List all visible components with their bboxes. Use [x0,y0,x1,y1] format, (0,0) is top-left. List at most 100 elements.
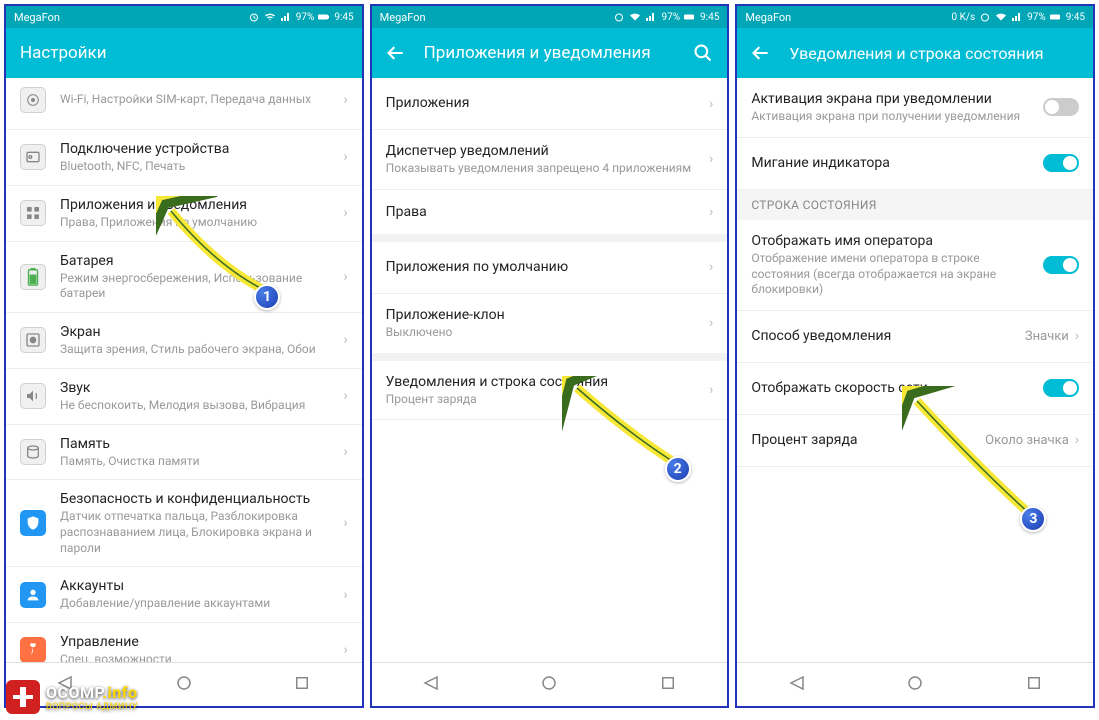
item-title: Диспетчер уведомлений [386,142,703,160]
clock: 9:45 [1066,12,1085,23]
list-item[interactable]: Мигание индикатора [737,138,1093,190]
list-item[interactable]: Диспетчер уведомленийПоказывать уведомле… [372,130,728,190]
section-header: СТРОКА СОСТОЯНИЯ [737,190,1093,220]
storage-icon [20,439,46,465]
list-item-network-speed[interactable]: Отображать скорость сети [737,363,1093,415]
list-item-notifications-statusbar[interactable]: Уведомления и строка состоянияПроцент за… [372,361,728,421]
chevron-right-icon: › [709,96,713,112]
list-item[interactable]: Способ уведомления Значки › [737,311,1093,363]
annotation-badge-1: 1 [254,284,280,310]
list-item[interactable]: Wi-Fi, Настройки SIM-карт, Передача данн… [6,78,362,130]
item-sub: Активация экрана при получении уведомлен… [751,109,1037,125]
chevron-right-icon: › [343,642,347,658]
chevron-right-icon: › [709,382,713,398]
nav-home[interactable] [175,674,193,696]
signal-icon [1011,11,1023,23]
chevron-right-icon: › [343,444,347,460]
item-sub: Показывать уведомления запрещено 4 прило… [386,161,703,177]
nav-home[interactable] [906,674,924,696]
list-item[interactable]: ЭкранЗащита зрения, Стиль рабочего экран… [6,313,362,369]
item-title: Экран [60,323,337,341]
apps-icon [20,200,46,226]
nav-bar [737,662,1093,706]
item-title: Процент заряда [751,431,979,449]
item-title: Приложения по умолчанию [386,258,703,276]
chevron-right-icon: › [343,269,347,285]
toggle-switch[interactable] [1043,154,1079,172]
item-title: Мигание индикатора [751,154,1037,172]
signal-icon [645,11,657,23]
toggle-switch[interactable] [1043,379,1079,397]
list-item[interactable]: ЗвукНе беспокоить, Мелодия вызова, Вибра… [6,369,362,425]
settings-list[interactable]: Wi-Fi, Настройки SIM-карт, Передача данн… [6,78,362,662]
header-title: Уведомления и строка состояния [789,44,1079,63]
item-sub: Память, Очистка памяти [60,454,337,470]
list-item[interactable]: БатареяРежим энергосбережения, Использов… [6,242,362,313]
list-item[interactable]: Права › [372,190,728,242]
header-title: Приложения и уведомления [424,43,694,63]
item-title: Приложения и уведомления [60,196,337,214]
item-title: Приложения [386,94,703,112]
phone-screen-3: MegaFon 0 K/s 97% 9:45 Уведомления и стр… [735,4,1095,708]
item-title: Активация экрана при уведомлении [751,90,1037,108]
item-sub: Датчик отпечатка пальца, Разблокировка р… [60,509,337,556]
nav-back[interactable] [422,674,440,696]
phone-screen-1: MegaFon 97% 9:45 Настройки Wi-Fi, Настро… [4,4,364,708]
list-item[interactable]: Процент заряда Около значка › [737,415,1093,467]
wireless-icon [20,87,46,113]
accessibility-icon [20,637,46,662]
signal-icon [280,11,292,23]
wifi-icon [995,11,1007,23]
toggle-switch[interactable] [1043,98,1079,116]
item-sub: Спец. возможности [60,652,337,662]
header: Уведомления и строка состояния [737,28,1093,78]
toggle-switch[interactable] [1043,256,1079,274]
status-bar: MegaFon 97% 9:45 [6,6,362,28]
wifi-icon [264,11,276,23]
nav-back[interactable] [788,674,806,696]
wifi-icon [629,11,641,23]
nav-home[interactable] [540,674,558,696]
watermark-suffix: .info [102,683,137,702]
list-item-apps-notifications[interactable]: Приложения и уведомленияПрава, Приложени… [6,186,362,242]
list-item[interactable]: Безопасность и конфиденциальностьДатчик … [6,480,362,567]
list-item[interactable]: ПамятьПамять, Очистка памяти › [6,425,362,481]
alarm-icon [248,11,260,23]
settings-list[interactable]: Активация экрана при уведомленииАктиваци… [737,78,1093,662]
clock: 9:45 [334,12,353,23]
search-button[interactable] [693,43,713,63]
alarm-icon [979,11,991,23]
list-item[interactable]: Активация экрана при уведомленииАктиваци… [737,78,1093,138]
item-title: Аккаунты [60,577,337,595]
item-title: Отображать скорость сети [751,379,1037,397]
nav-recent[interactable] [293,674,311,696]
battery-icon [318,11,330,23]
nav-recent[interactable] [659,674,677,696]
list-item[interactable]: Отображать имя оператораОтображение имен… [737,220,1093,311]
chevron-right-icon: › [709,204,713,220]
back-button[interactable] [386,43,406,63]
item-sub: Процент заряда [386,392,703,408]
list-item[interactable]: АккаунтыДобавление/управление аккаунтами… [6,567,362,623]
item-sub: Добавление/управление аккаунтами [60,596,337,612]
list-item[interactable]: Подключение устройстваBluetooth, NFC, Пе… [6,130,362,186]
list-item[interactable]: УправлениеСпец. возможности › [6,623,362,662]
chevron-right-icon: › [709,151,713,167]
list-item[interactable]: Приложения › [372,78,728,130]
watermark-icon [6,680,40,714]
item-title: Звук [60,379,337,397]
chevron-right-icon: › [343,92,347,108]
status-bar: MegaFon 97% 9:45 [372,6,728,28]
nav-recent[interactable] [1025,674,1043,696]
settings-list[interactable]: Приложения › Диспетчер уведомленийПоказы… [372,78,728,662]
status-icons: 97% 9:45 [613,11,719,23]
item-value: Значки [1025,329,1069,344]
chevron-right-icon: › [1075,432,1079,448]
list-item[interactable]: Приложение-клонВыключено › [372,294,728,361]
chevron-right-icon: › [343,149,347,165]
item-sub: Отображение имени оператора в строке сос… [751,251,1037,298]
sound-icon [20,383,46,409]
list-item[interactable]: Приложения по умолчанию › [372,242,728,294]
carrier-label: MegaFon [380,11,614,24]
back-button[interactable] [751,43,771,63]
